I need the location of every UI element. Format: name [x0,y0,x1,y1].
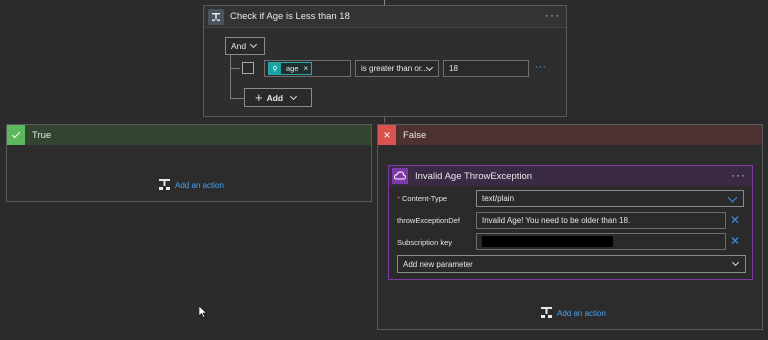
close-icon: × [378,125,396,145]
add-action-icon [540,306,553,321]
remove-field-icon[interactable]: ✕ [730,214,740,226]
remove-field-icon[interactable]: ✕ [730,235,740,247]
add-action-label: Add an action [557,309,606,318]
condition-title: Check if Age is Less than 18 [230,11,350,22]
true-header[interactable]: True [7,125,371,145]
false-title: False [403,129,427,141]
content-type-value: text/plain [482,194,515,203]
variable-icon: ⚲ [269,63,281,74]
true-title: True [32,129,52,141]
throw-exception-input[interactable]: Invalid Age! You need to be older than 1… [476,212,726,229]
and-label: And [231,41,247,51]
check-icon [7,125,25,145]
tree-line [230,68,240,69]
action-header[interactable]: Invalid Age ThrowException [389,166,752,186]
token-label: age [286,64,299,73]
and-dropdown[interactable]: And [225,37,265,55]
row-more-icon[interactable]: ··· [535,62,546,73]
condition-value-input[interactable]: 18 [443,60,529,77]
row-checkbox[interactable] [242,62,254,74]
connector-line [384,117,385,123]
add-parameter-label: Add new parameter [403,259,473,269]
token-age[interactable]: ⚲ age × [268,62,313,75]
add-action-icon [158,178,171,193]
false-branch-card: × False Invalid Age ThrowException ··· *… [377,124,763,330]
more-options-icon[interactable]: ··· [731,169,746,181]
chevron-down-icon [250,40,258,49]
content-type-select[interactable]: text/plain [476,190,744,207]
content-type-label-row: * Content-Type [397,194,447,203]
true-branch-card: True Add an action [6,124,372,202]
add-label: Add [266,92,284,103]
action-card: Invalid Age ThrowException ··· * Content… [388,165,753,280]
condition-value: 18 [449,64,458,73]
throw-exception-label: throwExceptionDef [397,216,460,225]
close-icon[interactable]: × [304,64,312,73]
subscription-key-input[interactable] [476,233,726,250]
plus-icon: + [255,89,263,105]
add-parameter-dropdown[interactable]: Add new parameter [397,255,746,273]
cloud-icon [392,168,408,184]
subscription-key-label: Subscription key [397,238,453,247]
tree-line [230,55,231,99]
add-action-label: Add an action [175,181,224,190]
condition-card: Check if Age is Less than 18 ··· And ⚲ a… [203,5,567,117]
mouse-cursor-icon [198,305,208,320]
condition-header[interactable]: Check if Age is Less than 18 [204,6,566,28]
throw-exception-value: Invalid Age! You need to be older than 1… [482,216,631,225]
false-header[interactable]: × False [378,125,762,145]
operator-select[interactable]: is greater than or... [355,60,439,77]
operator-value: is greater than or... [361,64,428,73]
condition-left-operand[interactable]: ⚲ age × [264,60,351,77]
action-title: Invalid Age ThrowException [415,170,533,182]
chevron-down-icon [727,192,738,203]
chevron-down-icon [290,92,298,100]
required-marker: * [397,194,400,203]
tree-line [230,98,244,99]
content-type-label: Content-Type [402,194,448,203]
add-action-true[interactable]: Add an action [158,178,224,193]
chevron-down-icon [731,258,740,267]
add-button[interactable]: + Add [244,88,312,107]
more-options-icon[interactable]: ··· [545,9,560,21]
add-action-false[interactable]: Add an action [540,306,606,321]
redacted-value [482,236,613,247]
condition-icon [208,8,224,25]
